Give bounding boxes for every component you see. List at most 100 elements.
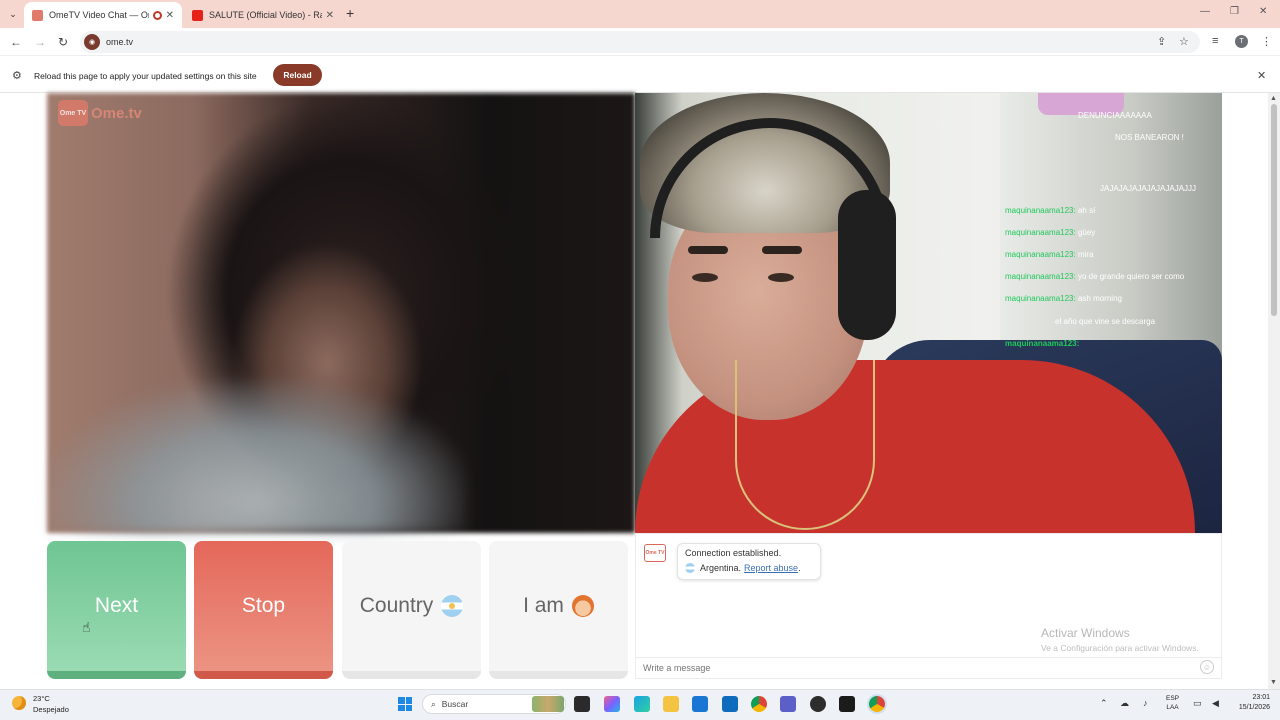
overlay-chat-line: maquinanaama123: mira xyxy=(1005,250,1094,259)
infobar-message: Reload this page to apply your updated s… xyxy=(34,71,257,81)
clock-date: 15/1/2026 xyxy=(1238,704,1270,711)
stream-chat-overlay: DENUNCIAAAAAAA NOS BANEARON ! JAJAJAJAJA… xyxy=(1000,105,1222,365)
country-button[interactable]: Country xyxy=(342,541,481,679)
profile-avatar[interactable]: T xyxy=(1235,35,1248,48)
settings-gear-icon: ⚙ xyxy=(12,70,22,82)
activate-windows-subtitle: Ve a Configuración para activar Windows. xyxy=(1041,643,1199,653)
overlay-chat-line: maquinanaama123: ash morning xyxy=(1005,294,1122,303)
partner-video-blur xyxy=(47,380,467,533)
overlay-chat-line: maquinanaama123: güey xyxy=(1005,228,1096,237)
lang-bottom: LAA xyxy=(1166,704,1179,711)
ometv-logo: Ome TV Ome.tv xyxy=(58,100,142,126)
self-video-brow xyxy=(688,246,728,254)
tab-title: SALUTE (Official Video) - Raj M xyxy=(209,10,322,20)
weather-condition: Despejado xyxy=(33,705,69,714)
scroll-down-icon[interactable]: ▼ xyxy=(1270,679,1277,686)
gender-button[interactable]: I am xyxy=(489,541,628,679)
store-icon[interactable] xyxy=(692,696,708,712)
volume-icon[interactable]: ◀ xyxy=(1212,698,1219,709)
self-video-eye xyxy=(768,273,794,282)
connection-status: Connection established. xyxy=(685,548,782,558)
lang-top: ESP xyxy=(1166,695,1180,702)
overlay-chat-line: DENUNCIAAAAAAA xyxy=(1078,111,1152,120)
stop-button[interactable]: Stop xyxy=(194,541,333,679)
self-video-chain xyxy=(735,360,875,530)
url-text: ome.tv xyxy=(106,37,134,47)
taskbar-clock[interactable]: 23:01 15/1/2026 xyxy=(1226,693,1270,713)
install-app-icon[interactable]: ⇪ xyxy=(1157,35,1166,48)
youtube-favicon-icon xyxy=(192,9,203,21)
chrome-active-icon[interactable] xyxy=(869,696,885,712)
scroll-up-icon[interactable]: ▲ xyxy=(1270,95,1277,102)
copilot-icon[interactable] xyxy=(604,696,620,712)
scrollbar-thumb[interactable] xyxy=(1271,104,1277,316)
mouse-cursor-icon: ☝ xyxy=(82,619,91,635)
back-icon[interactable]: ← xyxy=(10,35,22,49)
recording-icon xyxy=(152,10,162,20)
chrome-icon[interactable] xyxy=(751,696,767,712)
edge-icon[interactable] xyxy=(634,696,650,712)
infobar-close-icon[interactable]: ✕ xyxy=(1257,69,1266,82)
file-explorer-icon[interactable] xyxy=(663,696,679,712)
headphones-cup xyxy=(838,190,896,340)
weather-moon-icon[interactable] xyxy=(12,696,26,710)
search-icon: ⌕ xyxy=(431,698,436,709)
outlook-icon[interactable] xyxy=(722,696,738,712)
minimize-icon[interactable]: — xyxy=(1200,6,1210,17)
stop-label: Stop xyxy=(241,594,286,617)
report-abuse-link[interactable]: Report abuse xyxy=(744,563,798,573)
message-input[interactable] xyxy=(636,657,1221,678)
tab-ometv[interactable]: OmeTV Video Chat — Ome ✕ xyxy=(24,2,182,28)
bookmark-star-icon[interactable]: ☆ xyxy=(1179,35,1189,48)
activate-windows-title: Activar Windows xyxy=(1041,626,1130,640)
system-message-bubble: Connection established. Argentina. Repor… xyxy=(677,543,821,580)
partner-country: Argentina. xyxy=(700,563,742,573)
window-close-icon[interactable]: ✕ xyxy=(1259,6,1267,17)
overlay-chat-line: JAJAJAJAJAJAJAJAJAJJJ xyxy=(1100,184,1197,193)
ometv-logo-text: Ome.tv xyxy=(91,104,142,122)
self-video-brow xyxy=(762,246,802,254)
address-bar[interactable]: ◉ ome.tv xyxy=(80,31,1200,53)
self-video-eye xyxy=(692,273,718,282)
cloud-icon[interactable]: ☁ xyxy=(1120,698,1129,709)
tab-youtube[interactable]: SALUTE (Official Video) - Raj M ✕ xyxy=(184,2,342,28)
overlay-chat-line: NOS BANEARON ! xyxy=(1115,133,1184,142)
boy-avatar-icon xyxy=(571,595,594,617)
reload-button[interactable]: Reload xyxy=(273,64,322,86)
tray-chevron-icon[interactable]: ⌃ xyxy=(1100,698,1108,709)
report-suffix: . xyxy=(798,563,801,573)
epic-games-icon[interactable] xyxy=(839,696,855,712)
new-tab-button[interactable]: + xyxy=(346,5,354,21)
emoji-icon[interactable]: ☺ xyxy=(1200,660,1214,674)
next-label: Next xyxy=(94,594,139,617)
search-highlight-image xyxy=(532,696,564,712)
ometv-chat-logo: Ome TV xyxy=(644,544,666,562)
next-button[interactable]: Next xyxy=(47,541,186,679)
windows-start-icon[interactable] xyxy=(398,697,412,711)
site-info-icon[interactable]: ◉ xyxy=(84,34,100,50)
country-label: Country xyxy=(359,594,434,617)
overlay-chat-line: el año que vine se descarga xyxy=(1055,317,1156,326)
gender-label: I am xyxy=(523,594,564,617)
tab-search-icon[interactable]: ⌄ xyxy=(4,6,22,22)
weather-temperature: 23°C xyxy=(33,694,50,703)
mic-icon[interactable]: ♪ xyxy=(1143,698,1148,708)
reload-icon[interactable]: ↻ xyxy=(58,35,68,49)
media-controls-icon[interactable]: ≡ xyxy=(1212,35,1218,47)
teams-icon[interactable] xyxy=(780,696,796,712)
app-icon[interactable] xyxy=(810,696,826,712)
tab-title: OmeTV Video Chat — Ome xyxy=(49,10,149,20)
input-language[interactable]: ESP LAA xyxy=(1166,694,1179,712)
task-view-icon[interactable] xyxy=(574,696,590,712)
overlay-chat-line: maquinanaama123: ah sí xyxy=(1005,206,1096,215)
menu-kebab-icon[interactable]: ⋮ xyxy=(1261,35,1272,48)
clock-time: 23:01 xyxy=(1252,694,1270,701)
maximize-icon[interactable]: ❐ xyxy=(1230,6,1239,17)
close-icon[interactable]: ✕ xyxy=(326,10,334,21)
close-icon[interactable]: ✕ xyxy=(166,10,174,21)
ometv-logo-badge: Ome TV xyxy=(58,100,88,126)
ometv-favicon-icon xyxy=(32,9,43,21)
monitor-icon[interactable]: ▭ xyxy=(1193,698,1202,709)
overlay-chat-line: maquinanaama123: xyxy=(1005,339,1080,348)
forward-icon[interactable]: → xyxy=(34,35,46,49)
